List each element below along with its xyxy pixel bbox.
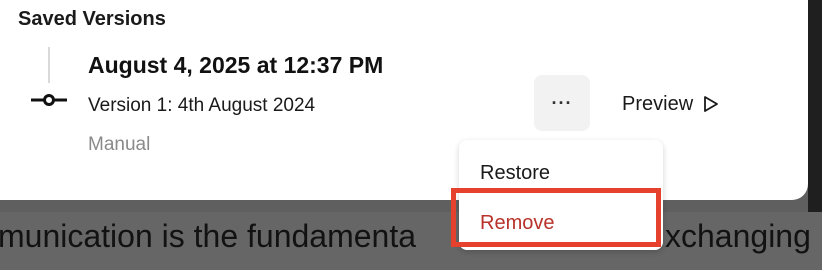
more-icon: ··· <box>551 92 573 113</box>
timeline-line <box>48 47 50 83</box>
saved-versions-panel: Saved Versions August 4, 2025 at 12:37 P… <box>0 0 808 200</box>
preview-label: Preview <box>622 92 694 115</box>
version-date: August 4, 2025 at 12:37 PM <box>88 52 384 78</box>
background-text-left: munication is the fundamenta <box>0 218 417 254</box>
more-options-button[interactable]: ··· <box>534 75 590 131</box>
play-outline-icon <box>704 96 719 112</box>
highlight-box <box>451 188 661 247</box>
background-document: munication is the fundamenta xchanging <box>0 212 822 270</box>
commit-icon <box>31 94 67 106</box>
version-name: Version 1: 4th August 2024 <box>88 95 316 116</box>
panel-title: Saved Versions <box>18 8 166 30</box>
background-text-right: xchanging <box>665 218 811 254</box>
version-type: Manual <box>88 134 151 155</box>
preview-button[interactable]: Preview <box>622 90 719 118</box>
